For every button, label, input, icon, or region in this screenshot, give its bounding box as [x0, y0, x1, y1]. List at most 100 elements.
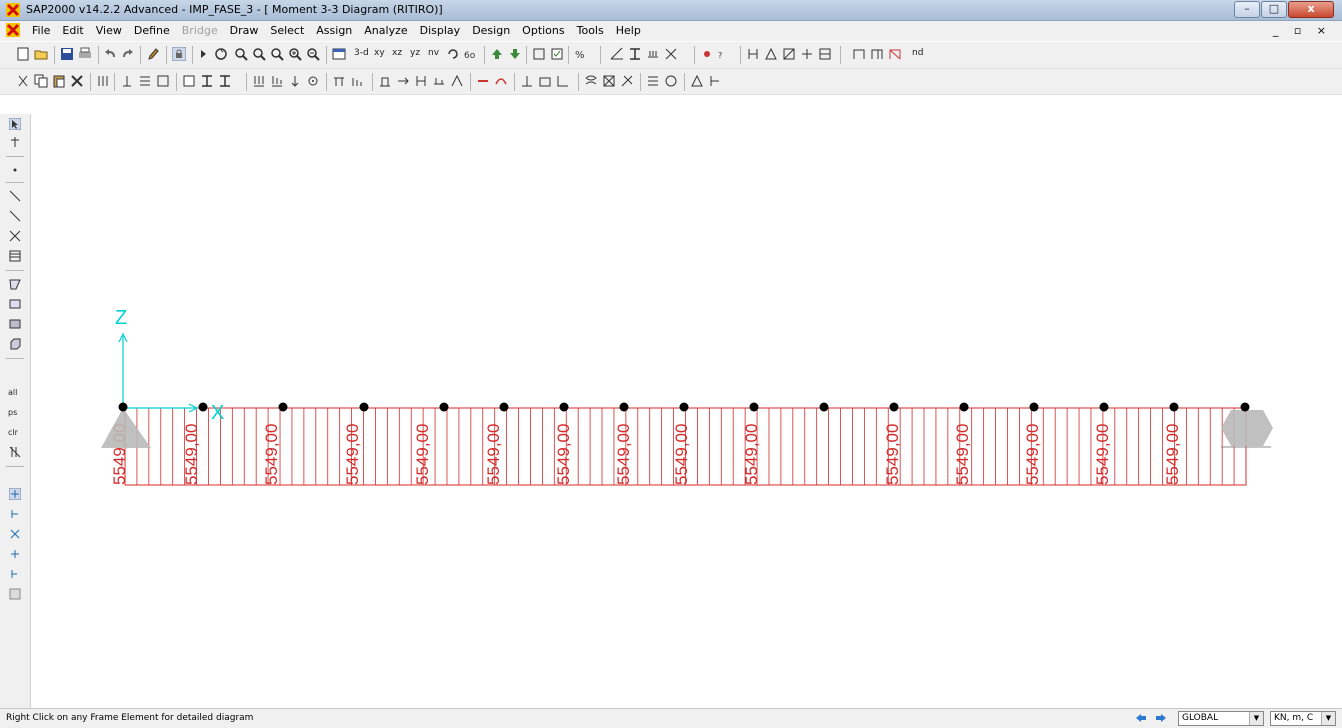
display-4-icon[interactable] — [432, 74, 446, 88]
menu-select[interactable]: Select — [264, 24, 310, 37]
undo-icon[interactable] — [104, 47, 118, 61]
menu-design[interactable]: Design — [466, 24, 516, 37]
display-3-icon[interactable] — [414, 74, 428, 88]
menu-analyze[interactable]: Analyze — [358, 24, 413, 37]
joint-node[interactable] — [499, 402, 509, 412]
menu-display[interactable]: Display — [414, 24, 467, 37]
tool-4-icon[interactable] — [646, 74, 660, 88]
show-forces-icon[interactable]: ? — [718, 47, 732, 61]
menu-view[interactable]: View — [90, 24, 128, 37]
move-up-icon[interactable] — [490, 47, 504, 61]
menu-file[interactable]: File — [26, 24, 56, 37]
close-button[interactable]: x — [1288, 1, 1334, 18]
moment-diagram[interactable]: 5549,00 5549,00 5549,00 5549,00 5549,00 5549,… — [31, 114, 1342, 708]
joint-node[interactable] — [1240, 402, 1250, 412]
view-3d-button[interactable]: 3-d — [354, 48, 369, 58]
zoom-window-icon[interactable] — [234, 47, 248, 61]
next-view-icon[interactable] — [1154, 711, 1168, 725]
snap-intersections-icon[interactable] — [9, 528, 21, 540]
coordinate-system-select[interactable]: GLOBAL ▼ — [1178, 711, 1264, 726]
analysis-2-icon[interactable] — [538, 74, 552, 88]
joint-node[interactable] — [1099, 402, 1109, 412]
tool-1-icon[interactable] — [584, 74, 598, 88]
loads-5-icon[interactable] — [332, 74, 346, 88]
previous-view-icon[interactable] — [1134, 711, 1148, 725]
new-model-icon[interactable] — [16, 47, 30, 61]
draw-frame-2-icon[interactable] — [870, 47, 884, 61]
view-yz-button[interactable]: yz — [410, 48, 420, 58]
units-select[interactable]: KN, m, C ▼ — [1270, 711, 1336, 726]
menu-tools[interactable]: Tools — [571, 24, 610, 37]
i-section-icon[interactable] — [200, 74, 214, 88]
print-icon[interactable] — [78, 47, 92, 61]
rotate-view-icon[interactable] — [446, 47, 460, 61]
zoom-restore-icon[interactable] — [252, 47, 266, 61]
analysis-1-icon[interactable] — [520, 74, 534, 88]
nd-dropdown[interactable]: nd — [912, 48, 923, 58]
pencil-icon[interactable] — [146, 47, 160, 61]
paste-icon[interactable] — [52, 74, 66, 88]
assign-frame-icon[interactable] — [138, 74, 152, 88]
joint-node[interactable] — [118, 402, 128, 412]
section-properties-icon[interactable] — [182, 74, 196, 88]
model-view-canvas[interactable]: 5549,00 5549,00 5549,00 5549,00 5549,00 5549,… — [31, 114, 1342, 708]
previous-selection-button[interactable]: ps — [8, 408, 17, 417]
joint-node[interactable] — [1169, 402, 1179, 412]
draw-rect-area-icon[interactable] — [9, 298, 21, 310]
design-icon-3[interactable] — [782, 47, 796, 61]
delete-icon[interactable] — [70, 74, 84, 88]
grid-icon[interactable] — [664, 47, 678, 61]
tool-6-icon[interactable] — [690, 74, 704, 88]
show-undeformed-icon[interactable] — [532, 47, 546, 61]
draw-cable-icon[interactable] — [9, 250, 21, 262]
minimize-button[interactable]: – — [1234, 1, 1260, 18]
replicate-icon[interactable] — [96, 74, 110, 88]
document-window-controls[interactable]: _ ▫ × — [1273, 24, 1332, 37]
loads-4-icon[interactable] — [306, 74, 320, 88]
menu-draw[interactable]: Draw — [224, 24, 265, 37]
display-7-icon[interactable] — [494, 74, 508, 88]
assign-restraint-icon[interactable] — [156, 74, 170, 88]
draw-frame-icon[interactable] — [9, 190, 21, 202]
snap-joints-icon[interactable] — [9, 488, 21, 500]
perspective-icon[interactable]: 6o — [464, 47, 478, 61]
menu-define[interactable]: Define — [128, 24, 176, 37]
loads-6-icon[interactable] — [350, 74, 364, 88]
design-icon-2[interactable] — [764, 47, 778, 61]
loads-2-icon[interactable] — [270, 74, 284, 88]
joint-node[interactable] — [819, 402, 829, 412]
move-down-icon[interactable] — [508, 47, 522, 61]
joint-node[interactable] — [749, 402, 759, 412]
loads-3-icon[interactable] — [288, 74, 302, 88]
menu-edit[interactable]: Edit — [56, 24, 89, 37]
load-patterns-icon[interactable] — [646, 47, 660, 61]
maximize-button[interactable]: □ — [1261, 1, 1287, 18]
select-all-button[interactable]: all — [8, 388, 17, 397]
joint-node[interactable] — [889, 402, 899, 412]
joint-node[interactable] — [559, 402, 569, 412]
tool-2-icon[interactable] — [602, 74, 616, 88]
design-icon-4[interactable] — [800, 47, 814, 61]
joint-node[interactable] — [619, 402, 629, 412]
i-section-2-icon[interactable] — [218, 74, 232, 88]
intersecting-line-icon[interactable] — [9, 446, 21, 458]
tool-7-icon[interactable] — [708, 74, 722, 88]
snap-lines-icon[interactable] — [9, 568, 21, 580]
display-6-icon[interactable] — [476, 74, 490, 88]
clear-selection-button[interactable]: clr — [8, 428, 18, 437]
tool-3-icon[interactable] — [620, 74, 634, 88]
view-nv-button[interactable]: nv — [428, 48, 439, 58]
joint-node[interactable] — [959, 402, 969, 412]
quick-draw-area-icon[interactable] — [9, 318, 21, 330]
copy-icon[interactable] — [34, 74, 48, 88]
reshape-icon[interactable] — [9, 136, 21, 148]
assign-joint-icon[interactable] — [120, 74, 134, 88]
zoom-full-icon[interactable] — [270, 47, 284, 61]
sap2000-app-icon[interactable] — [6, 3, 20, 17]
snap-ends-icon[interactable] — [9, 508, 21, 520]
menu-help[interactable]: Help — [610, 24, 647, 37]
design-icon-1[interactable] — [746, 47, 760, 61]
quick-draw-frame-icon[interactable] — [9, 210, 21, 222]
tool-5-icon[interactable] — [664, 74, 678, 88]
show-deformed-icon[interactable] — [700, 47, 714, 61]
